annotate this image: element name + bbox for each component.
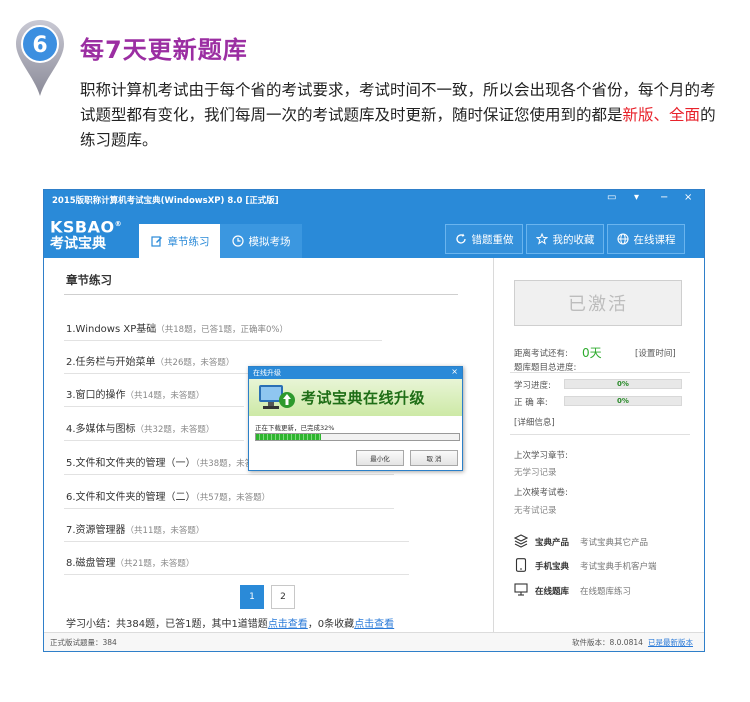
star-icon [535, 233, 548, 245]
view-wrong-link[interactable]: 点击查看 [268, 619, 308, 630]
last-exam-value: 无考试记录 [514, 506, 557, 516]
last-chapter-value: 无学习记录 [514, 468, 557, 478]
activated-button[interactable]: 已激活 [514, 280, 682, 326]
computer-update-icon [259, 385, 295, 409]
minimize-button[interactable]: − [660, 192, 668, 203]
dialog-close-button[interactable]: × [451, 367, 458, 376]
study-summary: 学习小结：共384题，已答1题，其中1道错题点击查看，0条收藏点击查看 [66, 619, 395, 630]
online-bank-desc: 在线题库练习 [580, 587, 632, 597]
divider [510, 434, 690, 435]
promo-description: 职称计算机考试由于每个省的考试要求，考试时间不一致，所以会出现各个省份，每个月的… [80, 81, 716, 149]
download-status: 正在下载更新，已完成32% [255, 424, 335, 432]
number-pin-icon: 6 [16, 20, 64, 96]
divider [64, 508, 394, 509]
my-favorites-button[interactable]: 我的收藏 [526, 224, 604, 254]
divider [510, 372, 690, 373]
product-desc: 考试宝典其它产品 [580, 538, 649, 548]
tab-mock-exam[interactable]: 模拟考场 [220, 224, 302, 258]
divider [64, 574, 409, 575]
ksbao-logo: KSBAO® 考试宝典 [50, 217, 123, 253]
last-exam-label: 上次模考试卷: [514, 488, 568, 498]
app-window: 2015版职称计算机考试宝典(WindowsXP) 8.0 [正式版] ▭ ▾ … [43, 189, 705, 652]
refresh-icon [455, 233, 466, 244]
chapter-item[interactable]: 4.多媒体与图标（共32题，未答题） [66, 420, 214, 435]
cancel-button[interactable]: 取 消 [410, 450, 458, 466]
tab-chapter-practice[interactable]: 章节练习 [139, 224, 221, 258]
chapter-item[interactable]: 6.文件和文件夹的管理（二）（共57题，未答题） [66, 488, 270, 503]
dialog-banner-title: 考试宝典在线升级 [301, 389, 426, 407]
phone-icon [515, 558, 527, 572]
dialog-title: 在线升级 [253, 369, 281, 377]
divider [64, 474, 394, 475]
mobile-app-link[interactable]: 手机宝典 [535, 560, 569, 572]
download-progress-fill [256, 434, 321, 440]
redo-wrong-button[interactable]: 错题重做 [445, 224, 523, 254]
chapter-item[interactable]: 1.Windows XP基础（共18题，已答1题，正确率0%） [66, 320, 288, 335]
promo-header: 6 每7天更新题库 职称计算机考试由于每个省的考试要求，考试时间不一致，所以会出… [0, 0, 750, 180]
chapter-item[interactable]: 5.文件和文件夹的管理（一）（共38题，未答题） [66, 454, 270, 469]
dialog-banner: 考试宝典在线升级 [249, 379, 462, 416]
chapter-item[interactable]: 7.资源管理器（共11题，未答题） [66, 521, 204, 536]
detail-link[interactable]: [详细信息] [514, 416, 555, 428]
online-course-button[interactable]: 在线课程 [607, 224, 685, 254]
accuracy-label: 正 确 率: [514, 398, 548, 408]
status-panel: 已激活 距离考试还有: 0天 [设置时间] 题库题目总进度: 学习进度: 0% … [493, 258, 704, 632]
svg-text:6: 6 [32, 33, 47, 58]
exam-countdown-value: 0天 [582, 346, 602, 360]
title-bar: 2015版职称计算机考试宝典(WindowsXP) 8.0 [正式版] ▭ ▾ … [44, 190, 704, 210]
window-title: 2015版职称计算机考试宝典(WindowsXP) 8.0 [正式版] [52, 196, 279, 206]
accuracy-bar: 0% [564, 396, 682, 406]
minimize-dialog-button[interactable]: 最小化 [356, 450, 404, 466]
exam-countdown-label: 距离考试还有: [514, 349, 568, 359]
promo-title: 每7天更新题库 [80, 36, 248, 64]
divider [64, 340, 382, 341]
chapter-item[interactable]: 3.窗口的操作（共14题，未答题） [66, 386, 204, 401]
study-progress-bar: 0% [564, 379, 682, 389]
status-bar: 正式版试题量：384 软件版本：8.0.0814 已是最新版本 [44, 632, 704, 651]
monitor-icon [514, 583, 528, 596]
chapter-item[interactable]: 8.磁盘管理（共21题，未答题） [66, 554, 194, 569]
update-dialog: 在线升级 × 考试宝典在线升级 正在下载更新，已完成32% 最小化 取 消 [248, 366, 463, 471]
close-button[interactable]: × [684, 192, 692, 203]
page-1-button[interactable]: 1 [240, 585, 264, 609]
latest-version-link[interactable]: 已是最新版本 [648, 637, 693, 648]
divider [64, 294, 458, 295]
page-2-button[interactable]: 2 [271, 585, 295, 609]
study-progress-label: 学习进度: [514, 381, 551, 391]
dialog-title-bar: 在线升级 × [249, 367, 462, 379]
edit-icon [150, 236, 162, 247]
view-favorites-link[interactable]: 点击查看 [354, 619, 394, 630]
globe-icon [616, 233, 629, 245]
product-link[interactable]: 宝典产品 [535, 536, 569, 548]
question-count: 正式版试题量：384 [50, 638, 117, 647]
menu-dropdown-icon[interactable]: ▾ [634, 192, 639, 203]
last-chapter-label: 上次学习章节: [514, 451, 568, 461]
clock-icon [231, 235, 244, 247]
toolbar: KSBAO® 考试宝典 章节练习 模拟考场 错题重做 我的收藏 在线课程 [44, 210, 704, 258]
layers-icon [514, 534, 528, 548]
download-progress-bar [255, 433, 460, 441]
divider [64, 541, 409, 542]
chapter-item[interactable]: 2.任务栏与开始菜单（共26题，未答题） [66, 353, 234, 368]
online-bank-link[interactable]: 在线题库 [535, 585, 569, 597]
feedback-icon[interactable]: ▭ [607, 192, 616, 203]
set-time-link[interactable]: [设置时间] [635, 347, 676, 359]
software-version: 软件版本：8.0.0814 [572, 638, 643, 647]
section-title: 章节练习 [66, 273, 112, 287]
divider [64, 440, 244, 441]
mobile-app-desc: 考试宝典手机客户端 [580, 562, 657, 572]
divider [64, 406, 244, 407]
